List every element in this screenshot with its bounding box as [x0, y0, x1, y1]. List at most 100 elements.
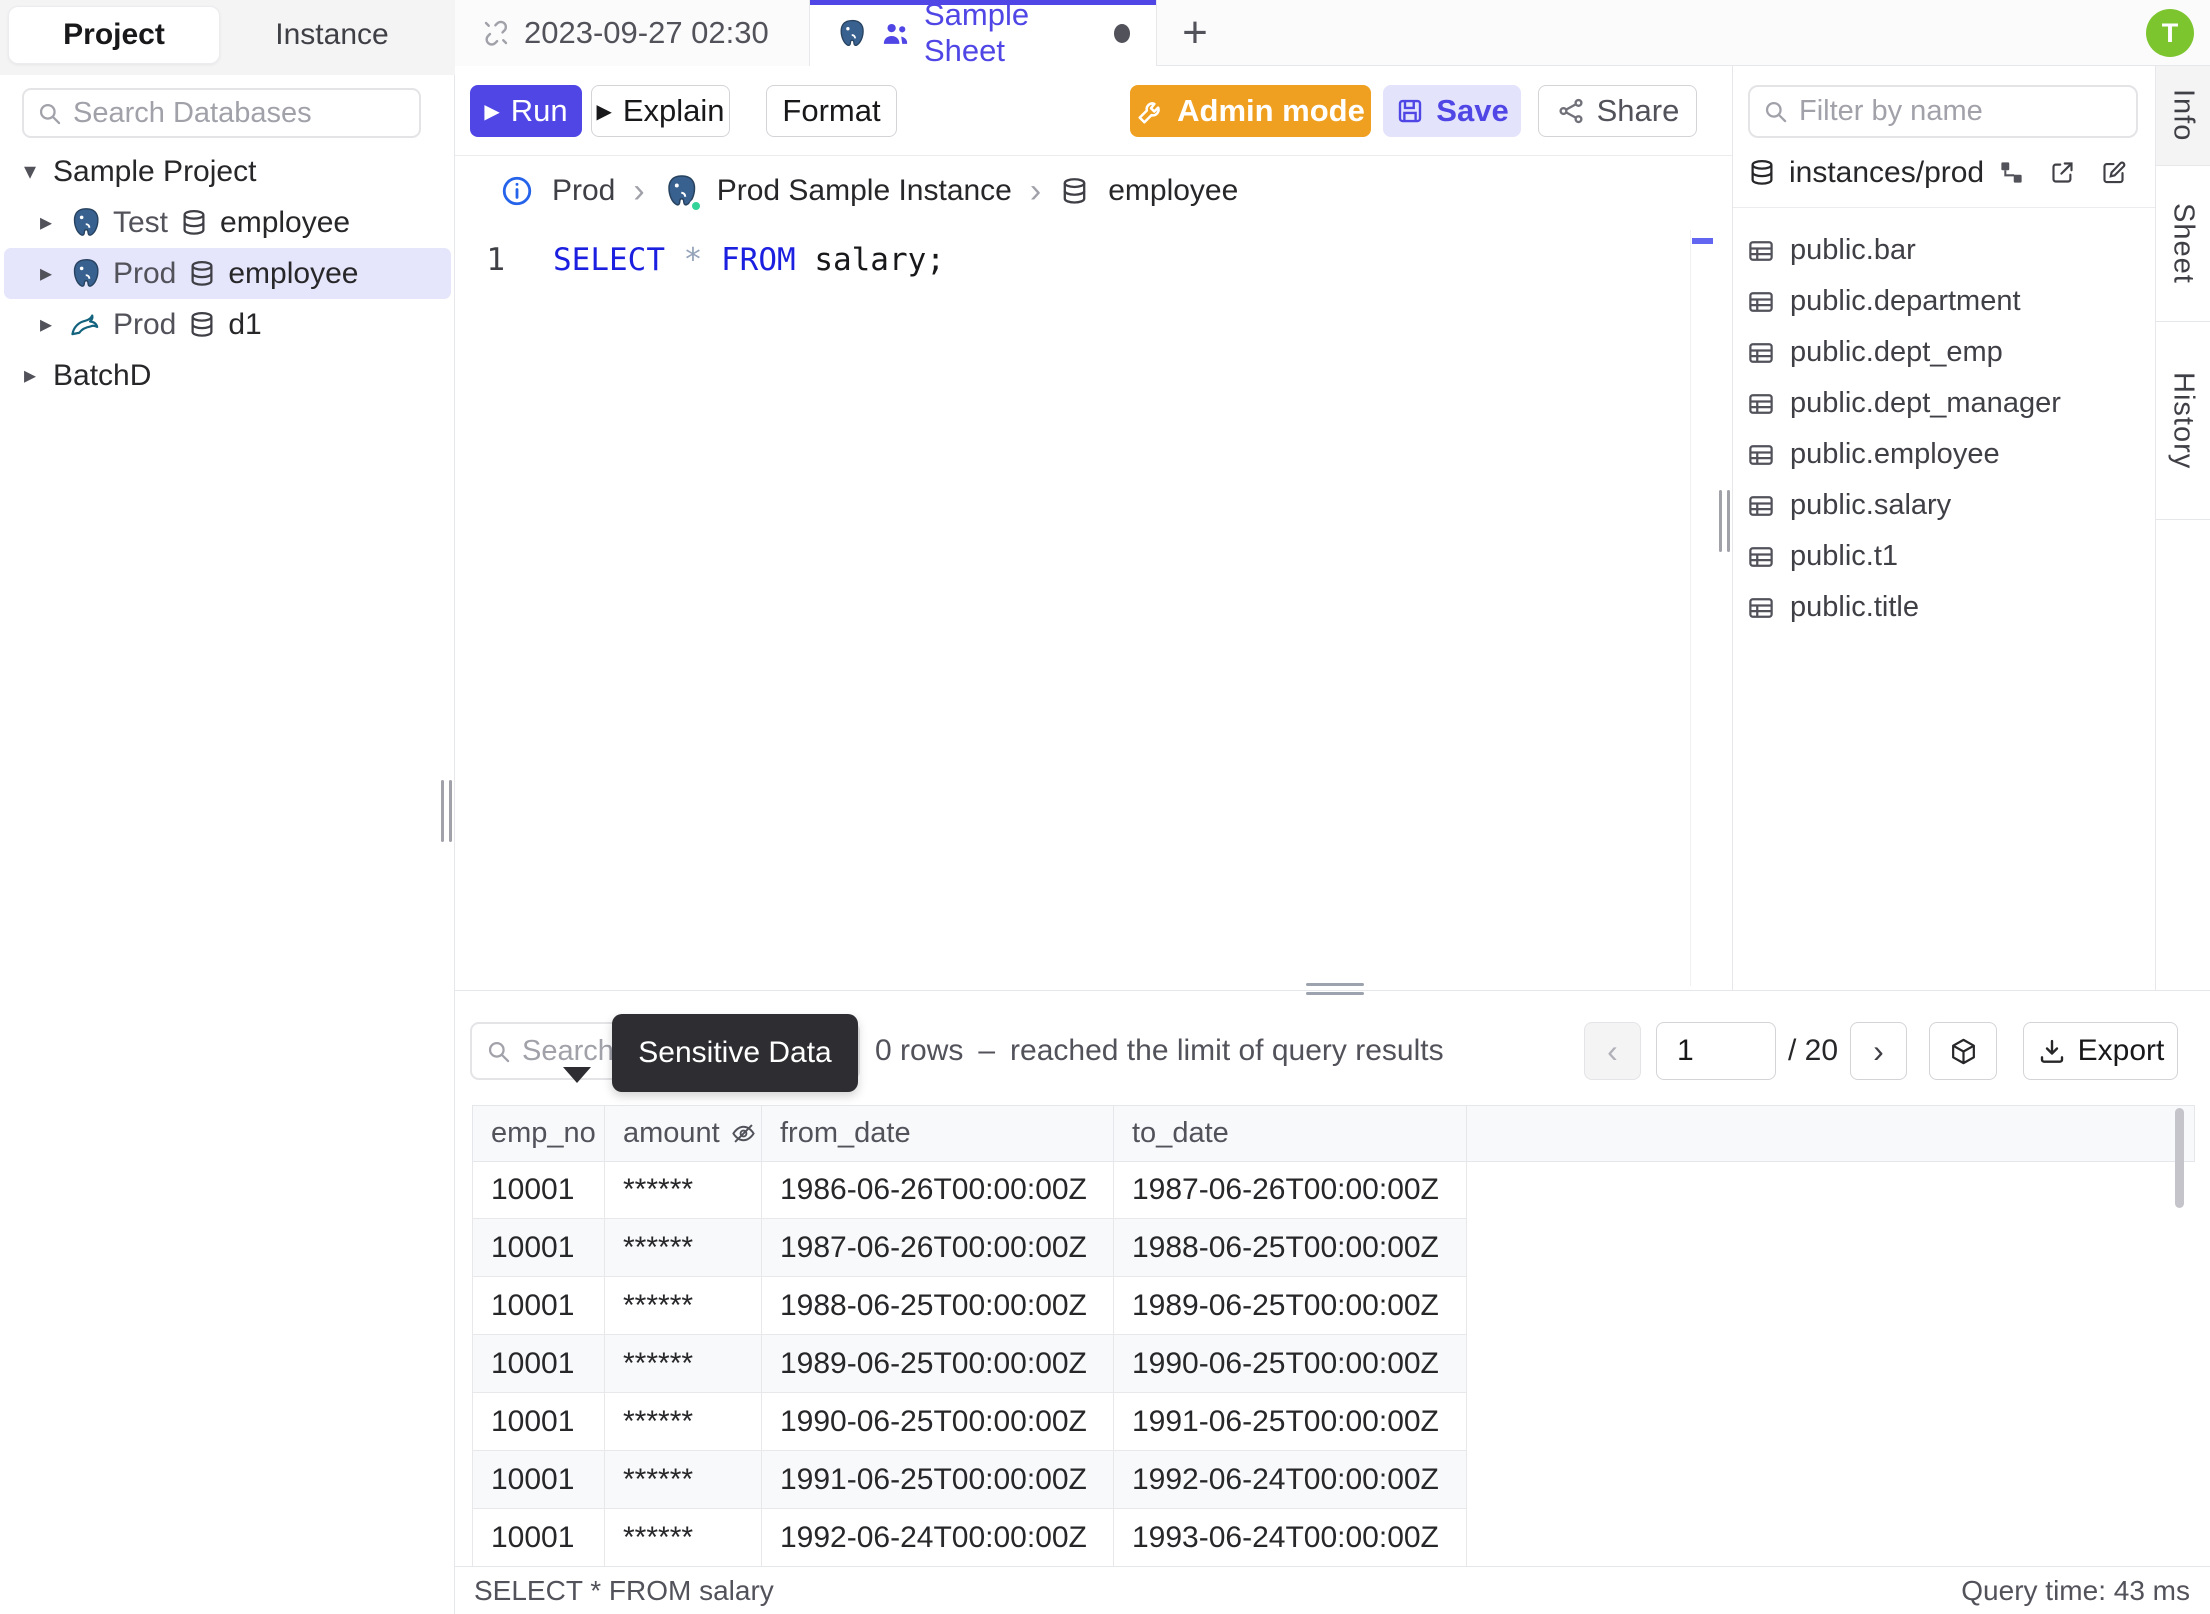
schema-table-item[interactable]: public.dept_emp [1733, 327, 2155, 378]
unlink-icon [481, 18, 511, 48]
admin-mode-button[interactable]: Admin mode [1130, 85, 1371, 137]
page-total: / 20 [1788, 1034, 1839, 1067]
schema-scope-label: instances/prod [1789, 155, 1985, 189]
sidebar-tab-switcher: Project Instance [0, 0, 455, 75]
editor-minimap[interactable] [1690, 230, 1714, 986]
schema-table-item[interactable]: public.title [1733, 582, 2155, 633]
tree-item-batchd[interactable]: ▸ BatchD [4, 350, 451, 401]
tree-item-sample-project[interactable]: ▾ Sample Project [4, 146, 451, 197]
tree-item-prod-d1[interactable]: ▸ Prod d1 [4, 299, 451, 350]
caret-down-icon[interactable]: ▾ [18, 157, 42, 186]
database-search-input[interactable] [73, 96, 373, 130]
database-icon [187, 310, 217, 340]
table-cell: 1992-06-24T00:00:00Z [1114, 1451, 1467, 1509]
table-filter [1748, 85, 2138, 138]
save-button[interactable]: Save [1383, 85, 1521, 137]
run-button[interactable]: ▶ Run [470, 85, 582, 137]
table-name: public.dept_emp [1790, 336, 2003, 368]
column-header-to_date[interactable]: to_date [1114, 1106, 1467, 1162]
table-icon [1746, 338, 1776, 368]
table-filter-input[interactable] [1799, 95, 2089, 128]
column-header-from_date[interactable]: from_date [762, 1106, 1114, 1162]
avatar[interactable]: T [2146, 9, 2194, 57]
column-label: from_date [780, 1117, 911, 1149]
export-button[interactable]: Export [2023, 1022, 2178, 1080]
explain-button[interactable]: ▶ Explain [591, 85, 730, 137]
worksheet-tab-unsaved[interactable]: 2023-09-27 02:30 [455, 0, 810, 66]
breadcrumb-environment[interactable]: Prod [552, 174, 615, 208]
external-link-icon[interactable] [2049, 159, 2076, 186]
column-header-amount[interactable]: amount [605, 1106, 762, 1162]
unsaved-dot [1113, 23, 1130, 43]
table-row[interactable]: 10001 ****** 1986-06-26T00:00:00Z 1987-06-2… [473, 1161, 1467, 1219]
sql-editor[interactable]: 1 SELECT * FROM salary; [455, 226, 1732, 990]
results-status-bar: SELECT * FROM salary Query time: 43 ms [455, 1566, 2210, 1614]
schema-table-item[interactable]: public.department [1733, 276, 2155, 327]
table-cell: ****** [605, 1393, 762, 1451]
results-scrollbar[interactable] [2175, 1108, 2184, 1208]
table-cell: 1989-06-25T00:00:00Z [762, 1335, 1114, 1393]
share-button[interactable]: Share [1538, 85, 1697, 137]
caret-right-icon[interactable]: ▸ [34, 208, 58, 237]
chevron-right-icon: › [633, 171, 645, 210]
tab-history[interactable]: History [2156, 322, 2210, 520]
worksheet-tab-active[interactable]: Sample Sheet [810, 0, 1157, 68]
box-icon-button[interactable] [1929, 1022, 1997, 1080]
table-name: public.employee [1790, 438, 2000, 470]
database-label: d1 [228, 307, 262, 341]
table-cell: 1988-06-25T00:00:00Z [762, 1277, 1114, 1335]
table-cell: ****** [605, 1161, 762, 1219]
chevron-right-icon: › [1029, 171, 1042, 210]
schema-table-item[interactable]: public.dept_manager [1733, 378, 2155, 429]
table-cell: 10001 [473, 1393, 605, 1451]
table-row[interactable]: 10001 ****** 1992-06-24T00:00:00Z 1993-06-2… [473, 1509, 1467, 1567]
table-icon [1746, 236, 1776, 266]
table-cell: 1987-06-26T00:00:00Z [1114, 1161, 1467, 1219]
tree-item-test-employee[interactable]: ▸ Test employee [4, 197, 451, 248]
table-row[interactable]: 10001 ****** 1990-06-25T00:00:00Z 1991-06-2… [473, 1393, 1467, 1451]
caret-right-icon[interactable]: ▸ [34, 259, 58, 288]
breadcrumb-instance[interactable]: Prod Sample Instance [717, 174, 1012, 208]
schema-panel-resize-handle[interactable] [1719, 490, 1730, 552]
format-button[interactable]: Format [766, 85, 897, 137]
run-label: Run [510, 93, 568, 128]
new-tab-button[interactable]: + [1170, 8, 1220, 58]
results-resize-handle[interactable] [1306, 983, 1364, 1001]
share-icon [1556, 96, 1586, 126]
page-number-input[interactable] [1656, 1022, 1776, 1080]
caret-right-icon[interactable]: ▸ [18, 361, 42, 390]
table-row[interactable]: 10001 ****** 1989-06-25T00:00:00Z 1990-06-2… [473, 1335, 1467, 1393]
schema-diagram-icon[interactable] [1998, 159, 2025, 186]
next-page-button[interactable]: › [1850, 1022, 1907, 1080]
tab-instance[interactable]: Instance [232, 6, 432, 64]
tab-info[interactable]: Info [2156, 66, 2210, 166]
tree-item-prod-employee[interactable]: ▸ Prod employee [4, 248, 451, 299]
search-icon [36, 100, 63, 127]
info-icon[interactable] [500, 174, 534, 208]
table-row[interactable]: 10001 ****** 1987-06-26T00:00:00Z 1988-06-2… [473, 1219, 1467, 1277]
tab-project[interactable]: Project [8, 6, 220, 64]
results-body: 10001 ****** 1986-06-26T00:00:00Z 1987-06-2… [472, 1161, 1467, 1567]
edit-icon[interactable] [2100, 159, 2127, 186]
table-row[interactable]: 10001 ****** 1991-06-25T00:00:00Z 1992-06-2… [473, 1451, 1467, 1509]
caret-right-icon[interactable]: ▸ [34, 310, 58, 339]
project-label: BatchD [53, 358, 152, 392]
column-label: amount [623, 1117, 720, 1149]
results-header: emp_no amount from_date to_date [472, 1105, 2195, 1162]
schema-table-item[interactable]: public.employee [1733, 429, 2155, 480]
schema-table-item[interactable]: public.salary [1733, 480, 2155, 531]
column-header-emp_no[interactable]: emp_no [473, 1106, 605, 1162]
schema-table-item[interactable]: public.bar [1733, 225, 2155, 276]
tab-sheet[interactable]: Sheet [2156, 166, 2210, 322]
schema-table-item[interactable]: public.t1 [1733, 531, 2155, 582]
sidebar-resize-handle[interactable] [441, 780, 452, 842]
line-number: 1 [486, 242, 505, 278]
breadcrumb-database[interactable]: employee [1108, 174, 1238, 208]
table-row[interactable]: 10001 ****** 1988-06-25T00:00:00Z 1989-06-2… [473, 1277, 1467, 1335]
sql-keyword: SELECT [553, 242, 665, 278]
prev-page-button[interactable]: ‹ [1584, 1022, 1641, 1080]
worksheet-tab-title: Sample Sheet [924, 0, 1030, 68]
table-icon [1746, 593, 1776, 623]
sidebar: Project Instance ▾ Sample Project ▸ Test [0, 0, 455, 1614]
executed-query-text: SELECT * FROM salary [474, 1574, 774, 1606]
